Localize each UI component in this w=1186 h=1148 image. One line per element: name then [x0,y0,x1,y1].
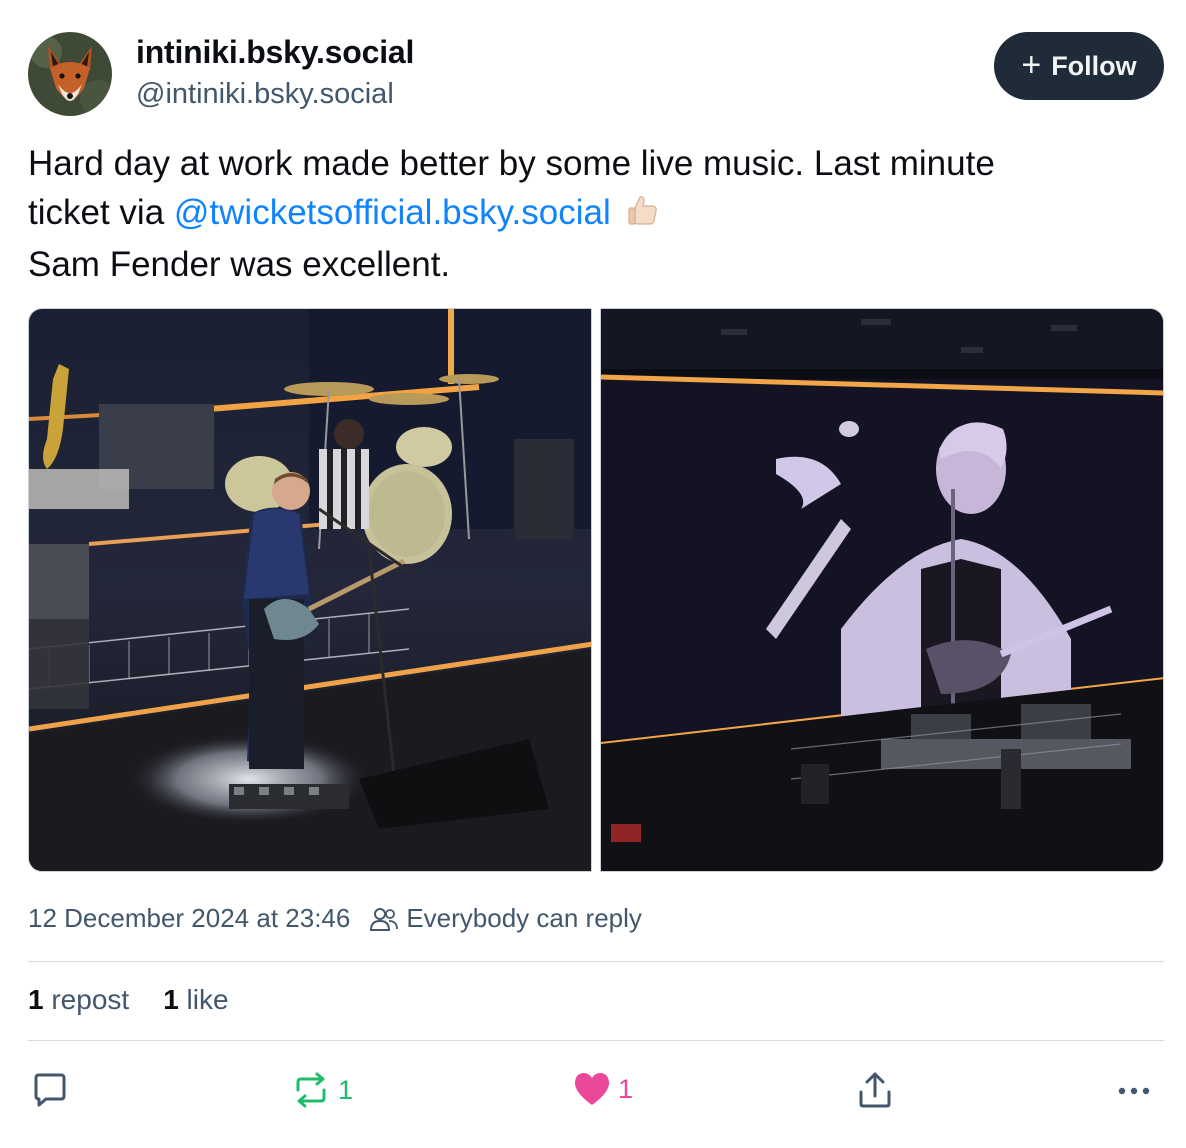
post-meta: 12 December 2024 at 23:46 Everybody can … [28,903,642,934]
author-display-name[interactable]: intiniki.bsky.social [136,34,414,71]
stage-big-screen-photo [601,309,1163,871]
follow-button[interactable]: + Follow [994,32,1164,100]
like-button[interactable]: 1 [572,1070,633,1108]
more-options-button[interactable] [1114,1070,1154,1110]
avatar[interactable] [28,32,112,116]
reply-button[interactable] [30,1070,70,1110]
share-button[interactable] [856,1070,894,1110]
repost-icon [296,1072,326,1108]
post-text-line: Sam Fender was excellent. [28,245,451,284]
like-button-count: 1 [618,1073,634,1104]
repost-button-count: 1 [338,1074,354,1105]
post-thread-view: intiniki.bsky.social @intiniki.bsky.soci… [0,0,1186,1148]
divider [28,961,1164,962]
fox-avatar-icon [28,32,112,116]
repost-count-label: repost [51,984,130,1015]
post-image-1[interactable] [28,308,592,872]
share-icon [859,1072,891,1108]
like-count-link[interactable]: 1 like [163,984,228,1016]
heart-icon [574,1073,610,1105]
post-action-bar: 1 1 [0,1060,1186,1120]
post-text-segment: ticket via [28,192,174,232]
like-count: 1 [163,984,179,1015]
like-count-label: like [186,984,229,1015]
post-text-line: Hard day at work made better by some liv… [28,144,995,183]
mention-link[interactable]: @twicketsofficial.bsky.social [174,193,611,232]
post-timestamp[interactable]: 12 December 2024 at 23:46 [28,903,350,934]
divider [28,1040,1164,1041]
post-image-2[interactable] [600,308,1164,872]
more-dots-icon [1118,1087,1150,1095]
guitarist-on-stage-photo [29,309,591,871]
post-text: Hard day at work made better by some liv… [28,140,1158,290]
thumbs-up-icon [625,192,661,242]
plus-icon: + [1021,45,1042,84]
repost-count: 1 [28,984,44,1015]
engagement-counts: 1 repost 1 like [28,984,229,1016]
repost-button[interactable]: 1 [290,1070,353,1110]
people-icon [370,907,399,931]
reply-icon [34,1073,66,1107]
author-handle[interactable]: @intiniki.bsky.social [136,78,394,111]
post-text-line: ticket via @twicketsofficial.bsky.social [28,189,1158,242]
reply-setting-label: Everybody can reply [406,903,642,933]
reply-setting[interactable]: Everybody can reply [370,903,642,934]
repost-count-link[interactable]: 1 repost [28,984,129,1016]
follow-button-label: Follow [1051,50,1137,81]
